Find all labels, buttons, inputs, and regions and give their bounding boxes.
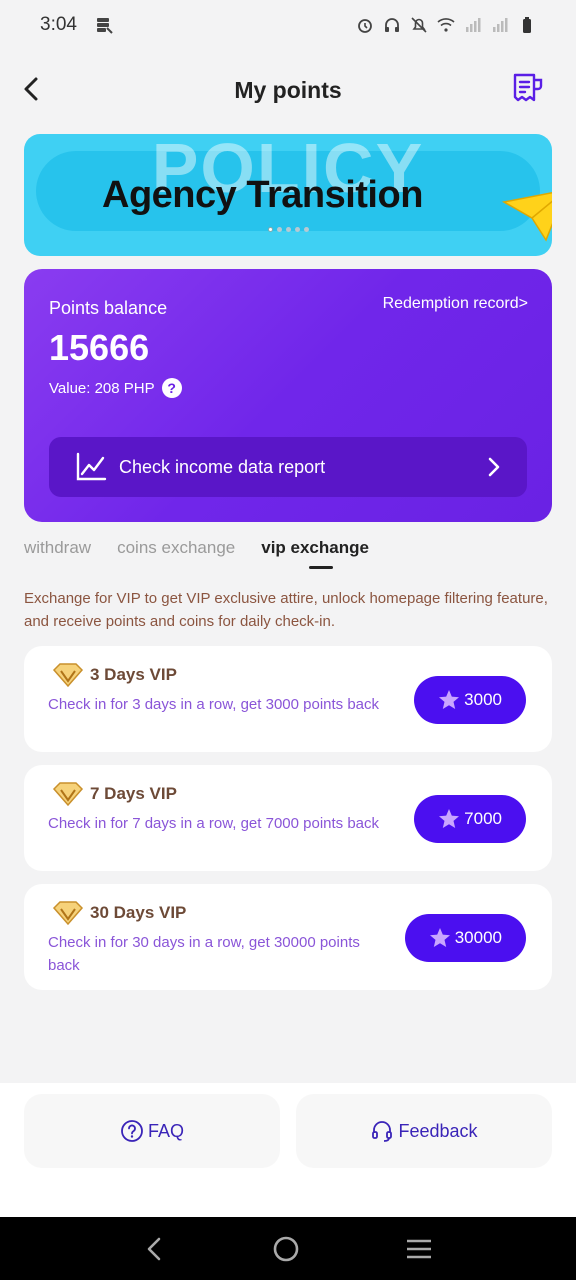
paper-plane-icon [502,191,552,242]
vip-price: 3000 [464,690,502,709]
vip-price: 30000 [454,928,502,947]
vip-item-title-row: 30 Days VIP [52,900,186,926]
banner-headline: Agency Transition [102,174,423,216]
vip-item: 3 Days VIP Check in for 3 days in a row,… [24,646,552,752]
income-report-label: Check income data report [119,456,326,477]
points-value-text: Value: 208 PHP [49,379,155,397]
vip-exchange-button[interactable]: 7000 [414,795,526,843]
vip-item-description: Check in for 30 days in a row, get 30000… [48,934,360,974]
system-navigation-bar [0,1217,576,1280]
vip-item: 7 Days VIP Check in for 7 days in a row,… [24,765,552,871]
redemption-record-link[interactable]: Redemption record> [383,295,528,313]
diamond-icon [52,782,84,807]
vip-item-title-row: 7 Days VIP [52,781,177,807]
nav-recents-icon[interactable] [405,1237,433,1261]
signal-icon [466,18,481,32]
chevron-right-icon [488,457,500,477]
banner-pagination [24,227,552,232]
page-title: My points [234,76,342,103]
banner-dot [285,227,291,232]
receipt-icon [513,73,543,102]
status-time: 3:04 [40,14,77,35]
banner-dot [294,227,300,232]
header: My points [0,62,576,118]
wifi-icon [437,18,455,32]
vip-item-title-row: 3 Days VIP [52,662,177,688]
vip-item: 30 Days VIP Check in for 30 days in a ro… [24,884,552,990]
back-arrow-icon [24,77,38,101]
promo-banner[interactable]: POLICY Agency Transition [24,134,552,256]
vip-item-title: 7 Days VIP [90,784,177,803]
tab-vip-exchange[interactable]: vip exchange [261,538,369,572]
banner-dot [303,227,309,232]
battery-icon [523,17,531,33]
star-icon [439,690,460,709]
vip-item-description: Check in for 3 days in a row, get 3000 p… [48,696,380,713]
vip-item-description: Check in for 7 days in a row, get 7000 p… [48,815,380,832]
faq-label: FAQ [147,1120,184,1141]
feedback-label: Feedback [398,1120,478,1141]
tab-withdraw[interactable]: withdraw [24,538,91,572]
vip-item-title: 30 Days VIP [90,903,187,922]
vip-exchange-button[interactable]: 30000 [404,914,526,962]
feedback-button[interactable]: Feedback [296,1094,552,1168]
vip-exchange-button[interactable]: 3000 [414,676,526,724]
points-card: Points balance Redemption record> 15666 … [24,269,552,522]
storage-icon [96,18,113,34]
vip-description: Exchange for VIP to get VIP exclusive at… [24,590,548,630]
diamond-icon [52,901,84,926]
question-circle-icon[interactable]: ? [161,378,182,398]
bell-off-icon [411,17,427,33]
points-balance-label: Points balance [49,298,168,318]
exchange-tabs: withdraw coins exchange vip exchange [24,538,552,572]
diamond-icon [52,663,84,688]
question-circle-icon [121,1120,143,1142]
star-icon [429,928,450,947]
back-button[interactable] [16,74,46,104]
chart-icon [76,452,107,481]
points-value-row: Value: 208 PHP ? [49,378,182,398]
banner-dot [276,227,282,232]
faq-button[interactable]: FAQ [24,1094,280,1168]
nav-home-icon[interactable] [272,1235,300,1263]
alarm-icon [358,19,372,33]
nav-back-icon[interactable] [143,1236,167,1262]
vip-price: 7000 [464,809,502,828]
headphones-icon [385,18,399,32]
headset-icon [372,1121,393,1142]
star-icon [439,809,460,828]
banner-dot [267,227,273,232]
points-balance-value: 15666 [49,327,150,368]
signal-icon-2 [493,18,508,32]
income-report-button[interactable]: Check income data report [49,437,527,497]
tab-coins-exchange[interactable]: coins exchange [117,538,235,572]
receipt-button[interactable] [510,72,544,106]
status-bar: 3:04 [0,0,576,50]
vip-item-title: 3 Days VIP [90,665,177,684]
